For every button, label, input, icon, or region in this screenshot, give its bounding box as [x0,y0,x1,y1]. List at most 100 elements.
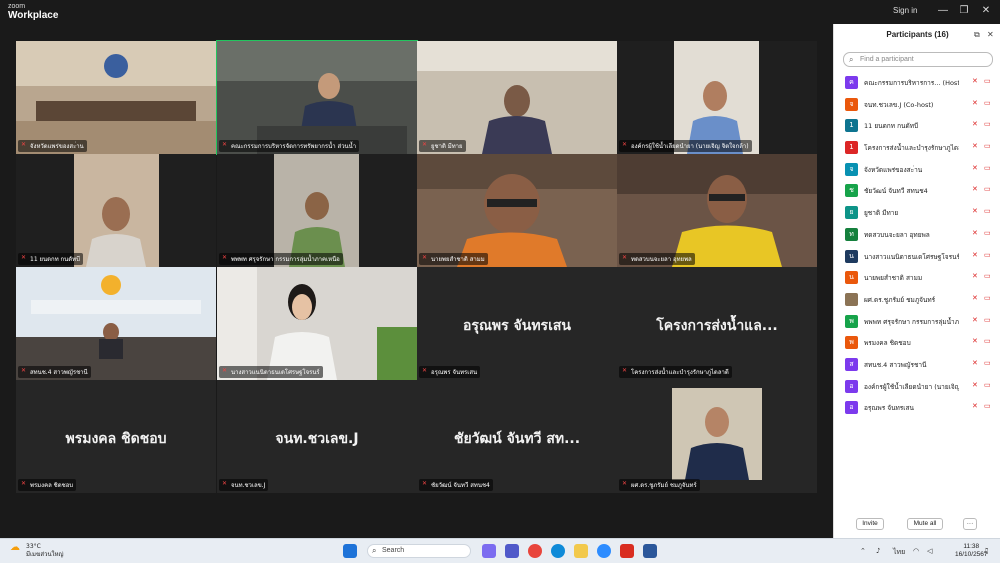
file-explorer-icon[interactable] [574,544,588,558]
video-tile[interactable]: ✕ องค์กรผู้ใช้น้ำเลียดนำยา (นายเจิญ จิตใจ… [617,41,817,154]
mic-muted-icon[interactable]: ✕ [972,316,978,324]
more-options-button[interactable]: ··· [963,518,977,530]
participant-row[interactable]: จ จังหวัดแพร่ของสะ่าน ✕ ▭ [834,159,1000,181]
avatar: ช [845,184,858,198]
video-tile[interactable]: ✕ ยูชาติ มีทาย [417,41,617,154]
edge-icon[interactable] [551,544,565,558]
mute-all-button[interactable]: Mute all [907,518,943,530]
video-off-icon[interactable]: ▭ [984,142,991,150]
participant-row[interactable]: น นางสาวแนนิดาธนเดโศรษฐโจรนร์ ✕ ▭ [834,246,1000,268]
mic-muted-icon[interactable]: ✕ [972,207,978,215]
input-language[interactable]: ไทย [893,547,905,558]
participant-row[interactable]: ท ทดสวบนจะยลา อุทยพล ✕ ▭ [834,224,1000,246]
title-bar: zoom Workplace Sign in — ❐ ✕ [0,0,1000,24]
teams-icon[interactable] [505,544,519,558]
participant-row[interactable]: พ พพพท ศรุจรักษา กรรมการลุ่มน้ำภาคเ... ✕ ▭ [834,311,1000,333]
invite-button[interactable]: Invite [856,518,884,530]
mic-muted-icon[interactable]: ✕ [972,229,978,237]
notification-bell-icon[interactable]: ♫ [983,547,989,555]
video-off-icon[interactable]: ▭ [984,272,991,280]
acrobat-icon[interactable] [620,544,634,558]
mic-muted-icon[interactable]: ✕ [972,381,978,389]
minimize-icon[interactable]: — [937,5,949,16]
chrome-icon[interactable] [528,544,542,558]
video-tile-camera-off[interactable]: พรมงคล ชิดชอบ ✕ พรมงคล ชิดชอบ [16,380,216,493]
video-off-icon[interactable]: ▭ [984,77,991,85]
chevron-up-icon[interactable]: ⌃ [860,547,866,555]
windows-start-icon[interactable] [343,544,357,558]
mic-muted-icon[interactable]: ✕ [972,77,978,85]
video-off-icon[interactable]: ▭ [984,164,991,172]
participant-name-label: ✕ พพพท ศรุจรักษา กรรมการลุ่มน้ำภาคเหนือ [219,253,343,265]
participant-image [217,154,417,267]
video-off-icon[interactable]: ▭ [984,207,991,215]
participants-panel: Participants (16) ⧉ ✕ ⌕ Find a participa… [833,24,1000,538]
participant-name-label: ✕ คณะกรรมการบริหารจัดการทรัพยากรน้ำ ส่วนน… [219,140,360,152]
zoom-app-icon[interactable] [597,544,611,558]
participant-row[interactable]: 1 11 ยนดกท กนดัทบี ✕ ▭ [834,115,1000,137]
mic-muted-icon[interactable]: ✕ [972,185,978,193]
video-off-icon[interactable]: ▭ [984,316,991,324]
participant-row[interactable]: น นายพยสำชาติ สามม ✕ ▭ [834,267,1000,289]
video-tile[interactable]: ✕ สทนช.4 สาวพญัรชานี [16,267,216,380]
mic-muted-icon[interactable]: ✕ [972,402,978,410]
participant-name-label: ✕ ชัยวัฒน์ จันทวี สทนช4 [419,479,493,491]
participant-row[interactable]: ส สทนช.4 สาวพญัรชานี ✕ ▭ [834,354,1000,376]
video-off-icon[interactable]: ▭ [984,120,991,128]
close-panel-icon[interactable]: ✕ [987,30,994,39]
video-tile-active-speaker[interactable]: ✕ คณะกรรมการบริหารจัดการทรัพยากรน้ำ ส่วนน… [216,40,418,155]
sign-in-link[interactable]: Sign in [893,6,917,15]
mic-muted-icon[interactable]: ✕ [972,99,978,107]
video-off-icon[interactable]: ▭ [984,251,991,259]
volume-icon[interactable]: ◁ [927,547,932,555]
video-tile[interactable]: ✕ พพพท ศรุจรักษา กรรมการลุ่มน้ำภาคเหนือ [217,154,417,267]
mic-muted-icon[interactable]: ✕ [972,337,978,345]
mic-muted-icon[interactable]: ✕ [972,142,978,150]
participant-row[interactable]: พ พรมงคล ชิดชอบ ✕ ▭ [834,332,1000,354]
wifi-icon[interactable]: ◠ [913,547,919,555]
copilot-icon[interactable] [482,544,496,558]
mic-muted-icon[interactable]: ✕ [972,294,978,302]
participant-row[interactable]: จ จนท.ชวเลข.J (Co-host) ✕ ▭ [834,94,1000,116]
video-off-icon[interactable]: ▭ [984,381,991,389]
video-tile-camera-off[interactable]: อรุณพร จันทรเสน ✕ อรุณพร จันทรเสน [417,267,617,380]
participant-row[interactable]: อ องค์กรผู้ใช้น้ำเลียดนำยา (นายเจิญ จิตใ.… [834,376,1000,398]
mic-muted-icon[interactable]: ✕ [972,251,978,259]
video-tile-camera-off[interactable]: จนท.ชวเลข.J ✕ จนท.ชวเลข.J [217,380,417,493]
video-tile[interactable]: ✕ ผศ.ดร.ชูภรัมย์ ชมภูจันทร์ [617,380,817,493]
video-tile[interactable]: ✕ นางสาวแนนิดาธนเดโศรษฐโจรนร์ [217,267,417,380]
participant-row[interactable]: ช ชัยวัฒน์ จันทวี สทนช4 ✕ ▭ [834,180,1000,202]
participant-search-input[interactable]: ⌕ Find a participant [843,52,993,67]
mic-muted-icon: ✕ [222,254,228,261]
mic-muted-icon[interactable]: ✕ [972,359,978,367]
taskbar-search[interactable]: ⌕ Search [367,544,471,558]
participant-row[interactable]: ย ยูชาติ มีทาย ✕ ▭ [834,202,1000,224]
word-icon[interactable] [643,544,657,558]
maximize-icon[interactable]: ❐ [958,5,970,16]
participant-row[interactable]: ค คณะกรรมการบริหารการ... (Host, me) ✕ ▭ [834,72,1000,94]
video-tile[interactable]: ✕ 11 ยนดกท กนดัทบี [16,154,216,267]
video-tile-camera-off[interactable]: โครงการส่งน้ำแล... ✕ โครงการส่งน้ำและบำรุ… [617,267,817,380]
video-off-icon[interactable]: ▭ [984,359,991,367]
video-off-icon[interactable]: ▭ [984,402,991,410]
mic-muted-icon[interactable]: ✕ [972,120,978,128]
video-off-icon[interactable]: ▭ [984,99,991,107]
participant-row[interactable]: ผศ.ดร.ชูภรัมย์ ชมภูจันทร์ ✕ ▭ [834,289,1000,311]
video-off-icon[interactable]: ▭ [984,337,991,345]
mic-muted-icon[interactable]: ✕ [972,272,978,280]
participant-name-label: ✕ อรุณพร จันทรเสน [419,366,481,378]
popout-icon[interactable]: ⧉ [974,30,980,40]
video-off-icon[interactable]: ▭ [984,185,991,193]
video-tile-camera-off[interactable]: ชัยวัฒน์ จันทวี สท... ✕ ชัยวัฒน์ จันทวี ส… [417,380,617,493]
participant-row[interactable]: 1 โครงการส่งน้ำและบำรุงรักษาภูไดลาดี ✕ ▭ [834,137,1000,159]
video-tile[interactable]: ✕ จังหวัดแพร่ของสะ่าน [16,41,216,154]
close-icon[interactable]: ✕ [980,5,992,16]
video-tile[interactable]: ✕ นายพยสำชาติ สามม [417,154,617,267]
avatar: ย [845,206,858,220]
microphone-icon[interactable]: ♪ [876,547,880,555]
video-off-icon[interactable]: ▭ [984,294,991,302]
participant-row[interactable]: อ อรุณพร จันทรเสน ✕ ▭ [834,397,1000,419]
video-off-icon[interactable]: ▭ [984,229,991,237]
video-tile[interactable]: ✕ ทดสวบนจะยลา อุทยพล [617,154,817,267]
mic-muted-icon[interactable]: ✕ [972,164,978,172]
